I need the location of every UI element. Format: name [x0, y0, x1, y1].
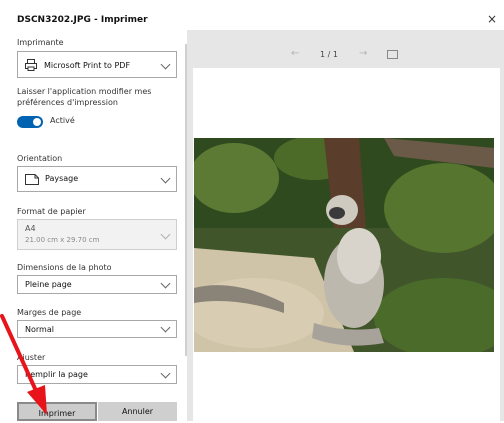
fit-value: Remplir la page [25, 370, 88, 379]
photo-size-dropdown[interactable]: Pleine page [17, 275, 177, 294]
print-button[interactable]: Imprimer [17, 402, 97, 421]
photo-size-label: Dimensions de la photo [17, 263, 112, 272]
paper-format-value: A4 [25, 224, 36, 233]
print-dialog: DSCN3202.JPG - Imprimer × Imprimante Mic… [0, 0, 504, 421]
paper-format-label: Format de papier [17, 207, 86, 216]
fit-dropdown[interactable]: Remplir la page [17, 365, 177, 384]
toggle-knob [33, 118, 41, 126]
fit-label: Ajuster [17, 353, 46, 362]
chevron-down-icon [160, 229, 171, 240]
title-bar: DSCN3202.JPG - Imprimer × [0, 0, 504, 30]
orientation-label: Orientation [17, 154, 63, 163]
margins-dropdown[interactable]: Normal [17, 320, 177, 338]
paper-format-detail: 21.00 cm x 29.70 cm [25, 236, 100, 244]
cancel-button[interactable]: Annuler [98, 402, 177, 421]
page-navigation: ← 1 / 1 → [187, 48, 504, 62]
app-settings-toggle[interactable] [17, 116, 43, 128]
fit-to-window-icon[interactable] [387, 50, 398, 59]
chevron-down-icon [160, 368, 171, 379]
orientation-dropdown[interactable]: Paysage [17, 166, 177, 192]
chevron-down-icon [160, 322, 171, 333]
landscape-page-icon [25, 174, 39, 185]
page-indicator: 1 / 1 [320, 50, 338, 59]
chevron-down-icon [160, 59, 171, 70]
next-page-icon[interactable]: → [359, 48, 367, 59]
paper-format-dropdown[interactable]: A4 21.00 cm x 29.70 cm [17, 219, 177, 250]
preview-pane: ← 1 / 1 → [187, 30, 504, 421]
app-settings-label-line2: préférences d'impression [17, 98, 118, 107]
chevron-down-icon [160, 278, 171, 289]
printer-value: Microsoft Print to PDF [44, 61, 131, 70]
printer-dropdown[interactable]: Microsoft Print to PDF [17, 51, 177, 78]
printer-label: Imprimante [17, 38, 64, 47]
orientation-value: Paysage [45, 174, 79, 183]
preview-page [193, 68, 500, 421]
previous-page-icon[interactable]: ← [291, 48, 299, 59]
preview-photo [194, 138, 494, 352]
chevron-down-icon [160, 173, 171, 184]
window-title: DSCN3202.JPG - Imprimer [17, 15, 148, 25]
app-settings-label-line1: Laisser l'application modifier mes [17, 87, 152, 96]
close-icon[interactable]: × [480, 9, 504, 29]
photo-size-value: Pleine page [25, 280, 72, 289]
printer-icon [25, 59, 37, 71]
margins-value: Normal [25, 325, 54, 334]
margins-label: Marges de page [17, 308, 82, 317]
toggle-state-text: Activé [50, 116, 75, 125]
